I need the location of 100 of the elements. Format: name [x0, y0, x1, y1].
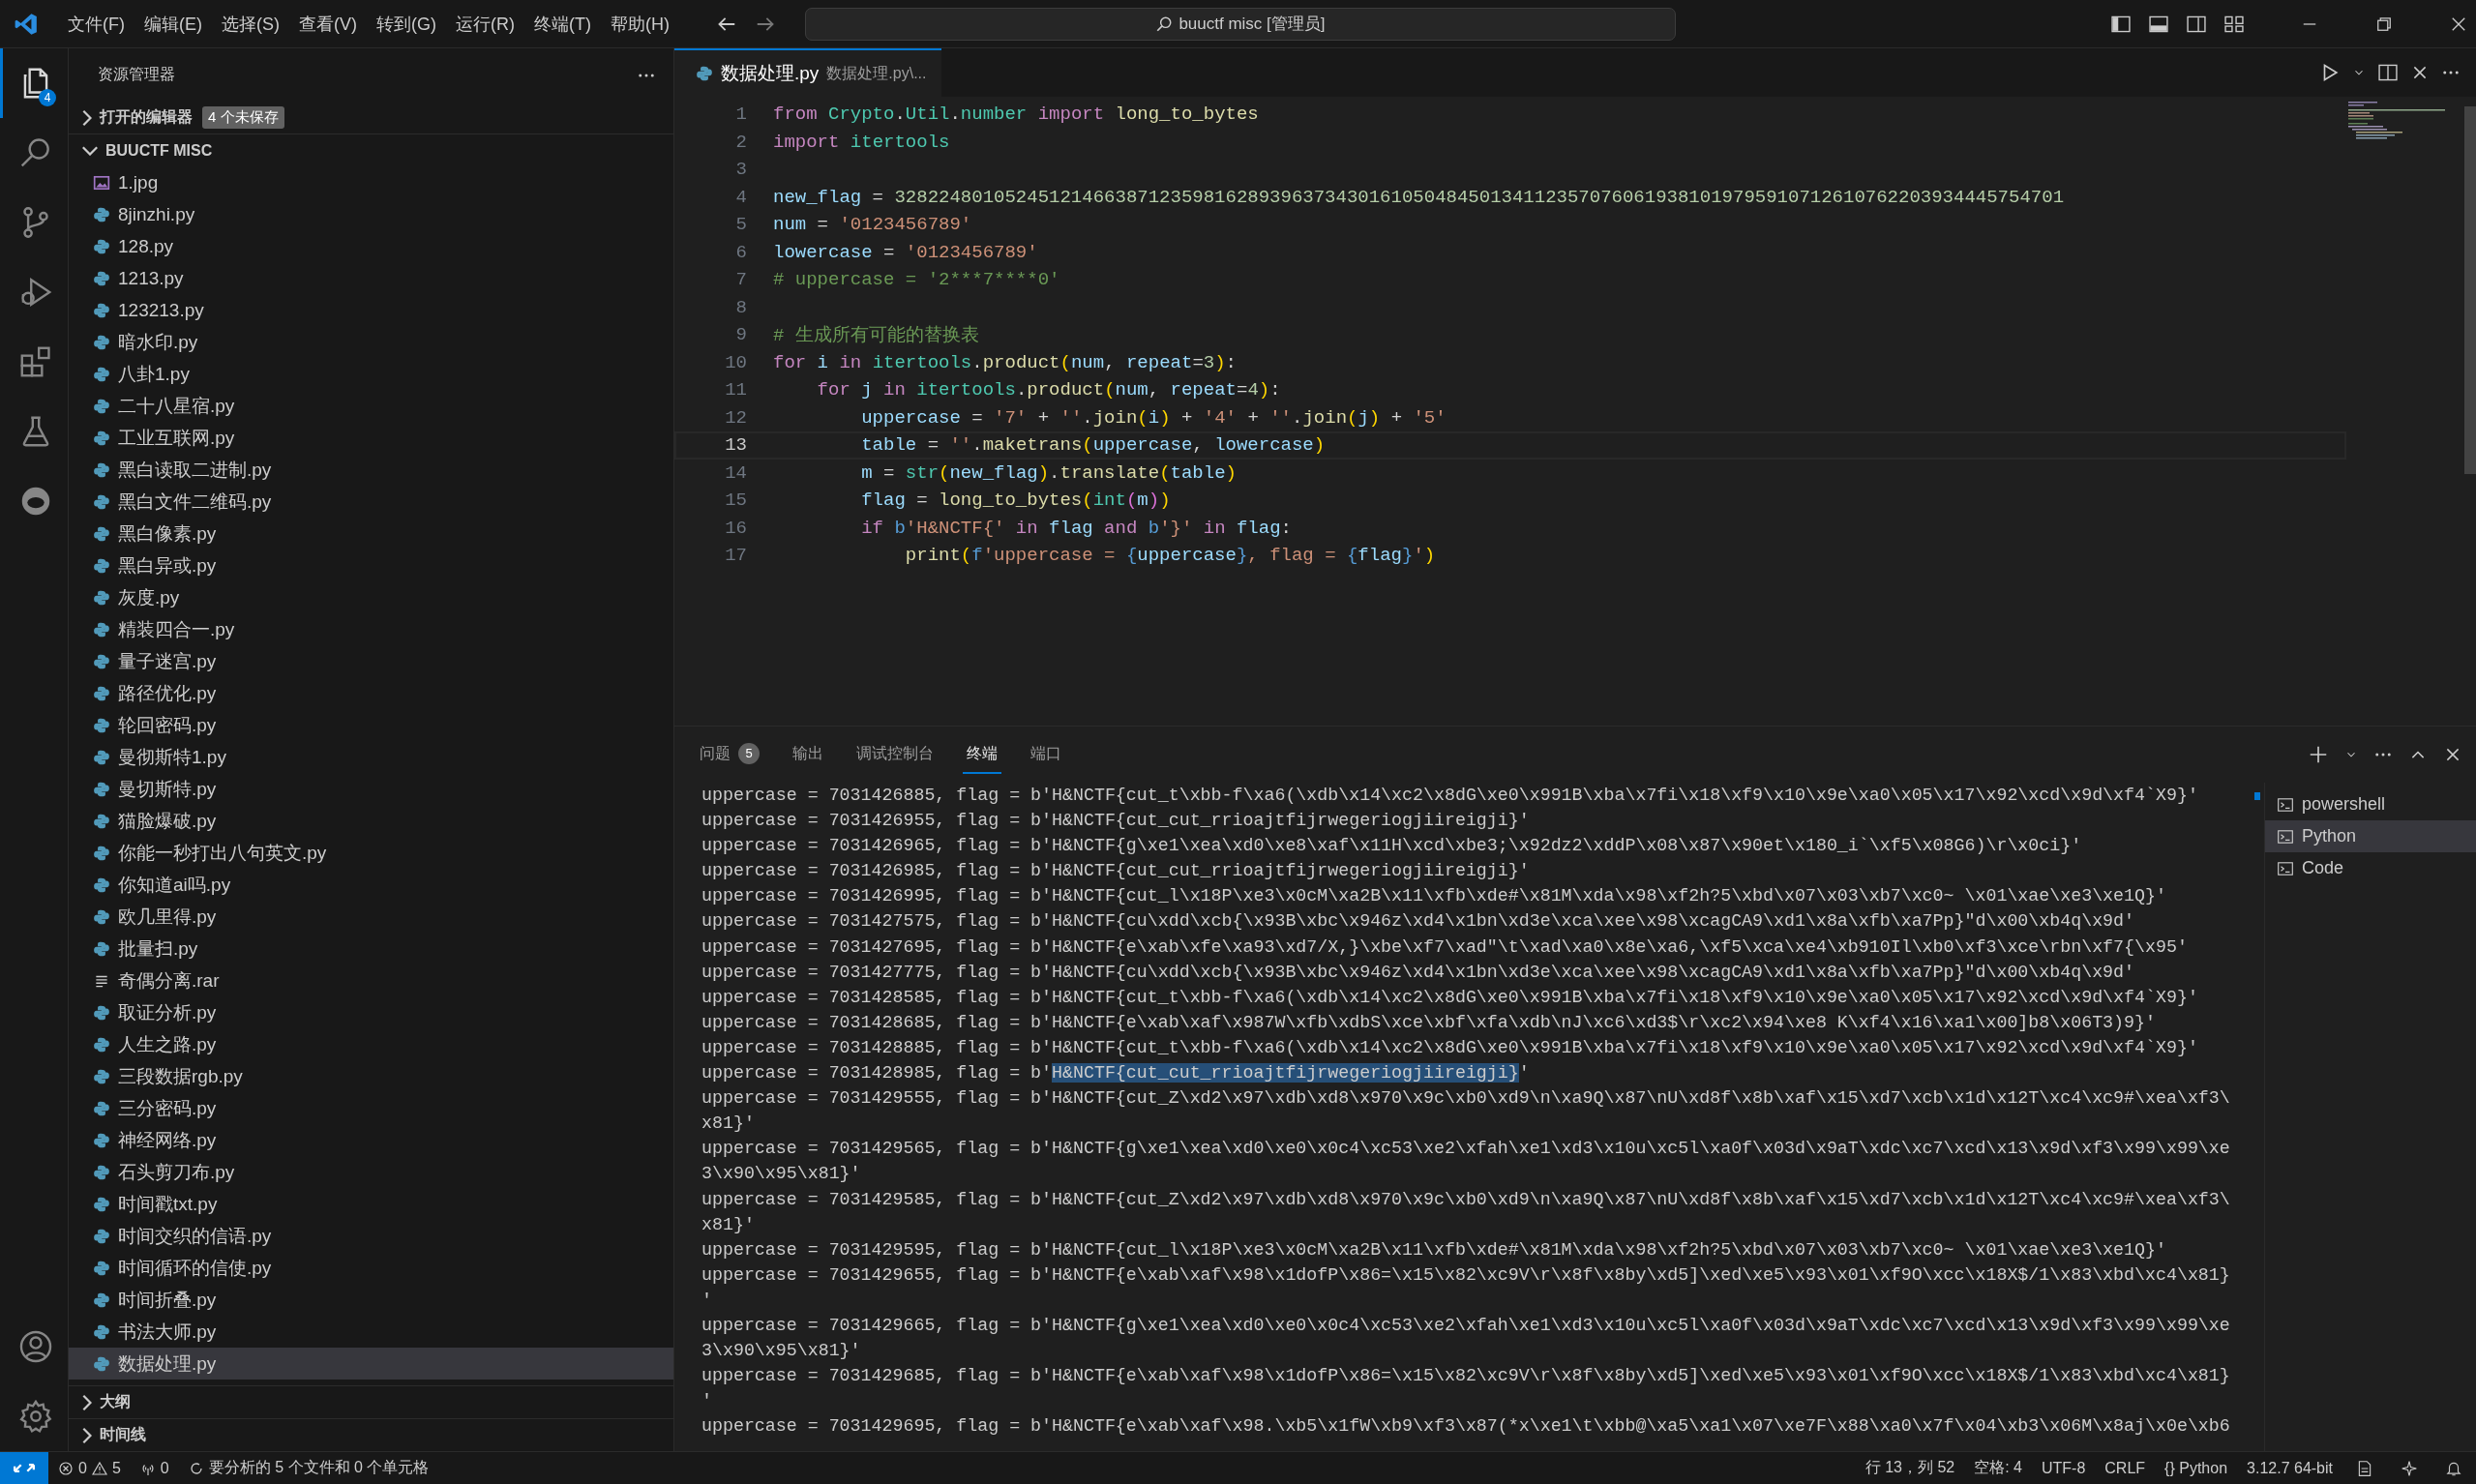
- file-item[interactable]: 工业互联网.py: [69, 422, 673, 454]
- scrollbar-thumb[interactable]: [2464, 106, 2476, 474]
- remote-button[interactable]: [0, 1452, 48, 1484]
- code-line: import itertools: [773, 131, 950, 153]
- file-item[interactable]: 轮回密码.py: [69, 709, 673, 741]
- search-icon: [1155, 15, 1174, 33]
- file-item[interactable]: 黑白像素.py: [69, 518, 673, 549]
- menu-item[interactable]: 帮助(H): [602, 8, 677, 40]
- file-item[interactable]: 暗水印.py: [69, 326, 673, 358]
- line-number: 5: [734, 214, 747, 236]
- file-item[interactable]: 128.py: [69, 230, 673, 262]
- file-item[interactable]: 1.jpg: [69, 166, 673, 198]
- panel-tab[interactable]: 端口: [1027, 735, 1065, 774]
- code-line: for j in itertools.product(num, repeat=4):: [816, 379, 1281, 401]
- split-editor-icon[interactable]: [2377, 62, 2399, 83]
- file-item[interactable]: 三段数据rgb.py: [69, 1060, 673, 1092]
- line-number: 14: [724, 461, 747, 484]
- status-item[interactable]: UTF-8: [2032, 1459, 2096, 1477]
- terminal-text: uppercase = 7031429695, flag = b'H&NCTF{e\xab\xaf\x98.\xb5\x1fW\xb9\xf3\x87(*x\xe1\t\xbb@\xa5\xa1\x07\xe7F\x88\xa0\x7f\x04\xb3\x06M\x8aj\x0e\xb6: [701, 1416, 2230, 1437]
- file-item[interactable]: 奇偶分离.rar: [69, 965, 673, 996]
- command-center-search[interactable]: buuctf misc [管理员]: [804, 7, 1676, 41]
- plus-icon[interactable]: [2308, 744, 2329, 765]
- line-number: 11: [724, 379, 747, 401]
- settings-icon[interactable]: [16, 1398, 54, 1435]
- terminal-text: 3\x90\x95\x81}': [701, 1341, 861, 1361]
- editor-tab[interactable]: 数据处理.py 数据处理.py\...: [674, 48, 942, 97]
- line-number: 2: [734, 131, 747, 153]
- file-item[interactable]: 精装四合一.py: [69, 613, 673, 645]
- file-item[interactable]: 黑白异或.py: [69, 549, 673, 581]
- python-file-icon: [93, 684, 110, 702]
- python-file-icon: [93, 429, 110, 447]
- remote-icon: [14, 1464, 35, 1472]
- file-item[interactable]: 三分密码.py: [69, 1092, 673, 1124]
- code-line: if b'H&NCTF{' in flag and b'}' in flag:: [860, 517, 1292, 539]
- panel-tab[interactable]: 终端: [963, 735, 1001, 774]
- terminal-list-item[interactable]: Python: [2265, 820, 2476, 852]
- file-item[interactable]: 你能一秒打出八句英文.py: [69, 837, 673, 869]
- file-item[interactable]: 8jinzhi.py: [69, 198, 673, 230]
- python-file-icon: [93, 652, 110, 670]
- terminal-text: ': [701, 1391, 712, 1411]
- section-header[interactable]: 大纲: [69, 1385, 673, 1418]
- folder-header[interactable]: BUUCTF MISC: [69, 134, 673, 166]
- file-item[interactable]: 书法大师.py: [69, 1316, 673, 1348]
- menu-item[interactable]: 查看(V): [291, 8, 365, 40]
- file-item[interactable]: 时间戳txt.py: [69, 1188, 673, 1220]
- file-item[interactable]: 时间折叠.py: [69, 1284, 673, 1316]
- menu-item[interactable]: 转到(G): [369, 8, 444, 40]
- terminal-text: uppercase = 7031429655, flag = b'H&NCTF{e\xab\xaf\x98\x1dofP\x86=\x15\x82\xc9V\r\x8f\x8by\xd5]\xed\xe5\x93\x01\xf9O\xcc\x18X$/1\x83\xbd\xc4\x81}: [701, 1264, 2230, 1285]
- file-item[interactable]: 路径优化.py: [69, 677, 673, 709]
- notification-badge: 4: [39, 89, 56, 106]
- open-editors-header[interactable]: 打开的编辑器 4 个未保存: [69, 102, 673, 134]
- file-item[interactable]: 时间交织的信语.py: [69, 1220, 673, 1252]
- file-item[interactable]: 量子迷宫.py: [69, 645, 673, 677]
- file-item[interactable]: 欧几里得.py: [69, 901, 673, 933]
- code-line: # 生成所有可能的替换表: [773, 324, 979, 348]
- menu-item[interactable]: 选择(S): [214, 8, 287, 40]
- panel-tab[interactable]: 调试控制台: [852, 735, 938, 774]
- line-number: 15: [724, 490, 747, 512]
- status-item[interactable]: {} Python: [2155, 1459, 2238, 1477]
- file-item[interactable]: 二十八星宿.py: [69, 390, 673, 422]
- file-item[interactable]: 人生之路.py: [69, 1028, 673, 1060]
- file-item[interactable]: 1213.py: [69, 262, 673, 294]
- file-item[interactable]: 123213.py: [69, 294, 673, 326]
- file-item[interactable]: 曼彻斯特1.py: [69, 741, 673, 773]
- file-item[interactable]: 批量扫.py: [69, 933, 673, 965]
- file-item[interactable]: 神经网络.py: [69, 1124, 673, 1156]
- python-file-icon: [696, 65, 713, 82]
- menu-item[interactable]: 编辑(E): [136, 8, 210, 40]
- sparkle-icon[interactable]: [2401, 1459, 2418, 1477]
- analysis-status[interactable]: 要分析的 5 个文件和 0 个单元格: [178, 1458, 439, 1478]
- ports-status[interactable]: 0: [130, 1459, 179, 1477]
- terminal-list-item[interactable]: powershell: [2265, 788, 2476, 820]
- code-line: table = ''.maketrans(uppercase, lowercase): [860, 434, 1326, 457]
- file-item[interactable]: 石头剪刀布.py: [69, 1156, 673, 1188]
- python-file-icon: [93, 1227, 110, 1245]
- file-item[interactable]: 灰度.py: [69, 581, 673, 613]
- line-number: 10: [724, 351, 747, 373]
- panel-tab[interactable]: 问题 5: [696, 735, 763, 774]
- problems-status[interactable]: 0 5: [48, 1459, 131, 1477]
- status-item[interactable]: 空格: 4: [1964, 1458, 2032, 1478]
- status-item[interactable]: CRLF: [2095, 1459, 2156, 1477]
- terminal-list-item[interactable]: Code: [2265, 852, 2476, 884]
- file-item[interactable]: 曼切斯特.py: [69, 773, 673, 805]
- menu-item[interactable]: 文件(F): [60, 8, 133, 40]
- scrollbar-thumb[interactable]: [2254, 792, 2260, 800]
- file-item[interactable]: 时间循环的信使.py: [69, 1252, 673, 1284]
- document-icon[interactable]: [2356, 1459, 2373, 1477]
- menu-item[interactable]: 运行(R): [448, 8, 522, 40]
- file-item[interactable]: 黑白文件二维码.py: [69, 486, 673, 518]
- panel-tab[interactable]: 输出: [789, 735, 827, 774]
- file-item[interactable]: 猫脸爆破.py: [69, 805, 673, 837]
- status-item[interactable]: 3.12.7 64-bit: [2237, 1459, 2342, 1477]
- menu-item[interactable]: 终端(T): [526, 8, 599, 40]
- file-item[interactable]: 八卦1.py: [69, 358, 673, 390]
- status-item[interactable]: 行 13，列 52: [1855, 1458, 1965, 1478]
- file-item[interactable]: 取证分析.py: [69, 996, 673, 1028]
- file-item[interactable]: 黑白读取二进制.py: [69, 454, 673, 486]
- code-line: print(f'uppercase = {uppercase}, flag = {flag}'): [904, 545, 1436, 567]
- file-item[interactable]: 数据处理.py: [69, 1348, 673, 1380]
- file-item[interactable]: 你知道ai吗.py: [69, 869, 673, 901]
